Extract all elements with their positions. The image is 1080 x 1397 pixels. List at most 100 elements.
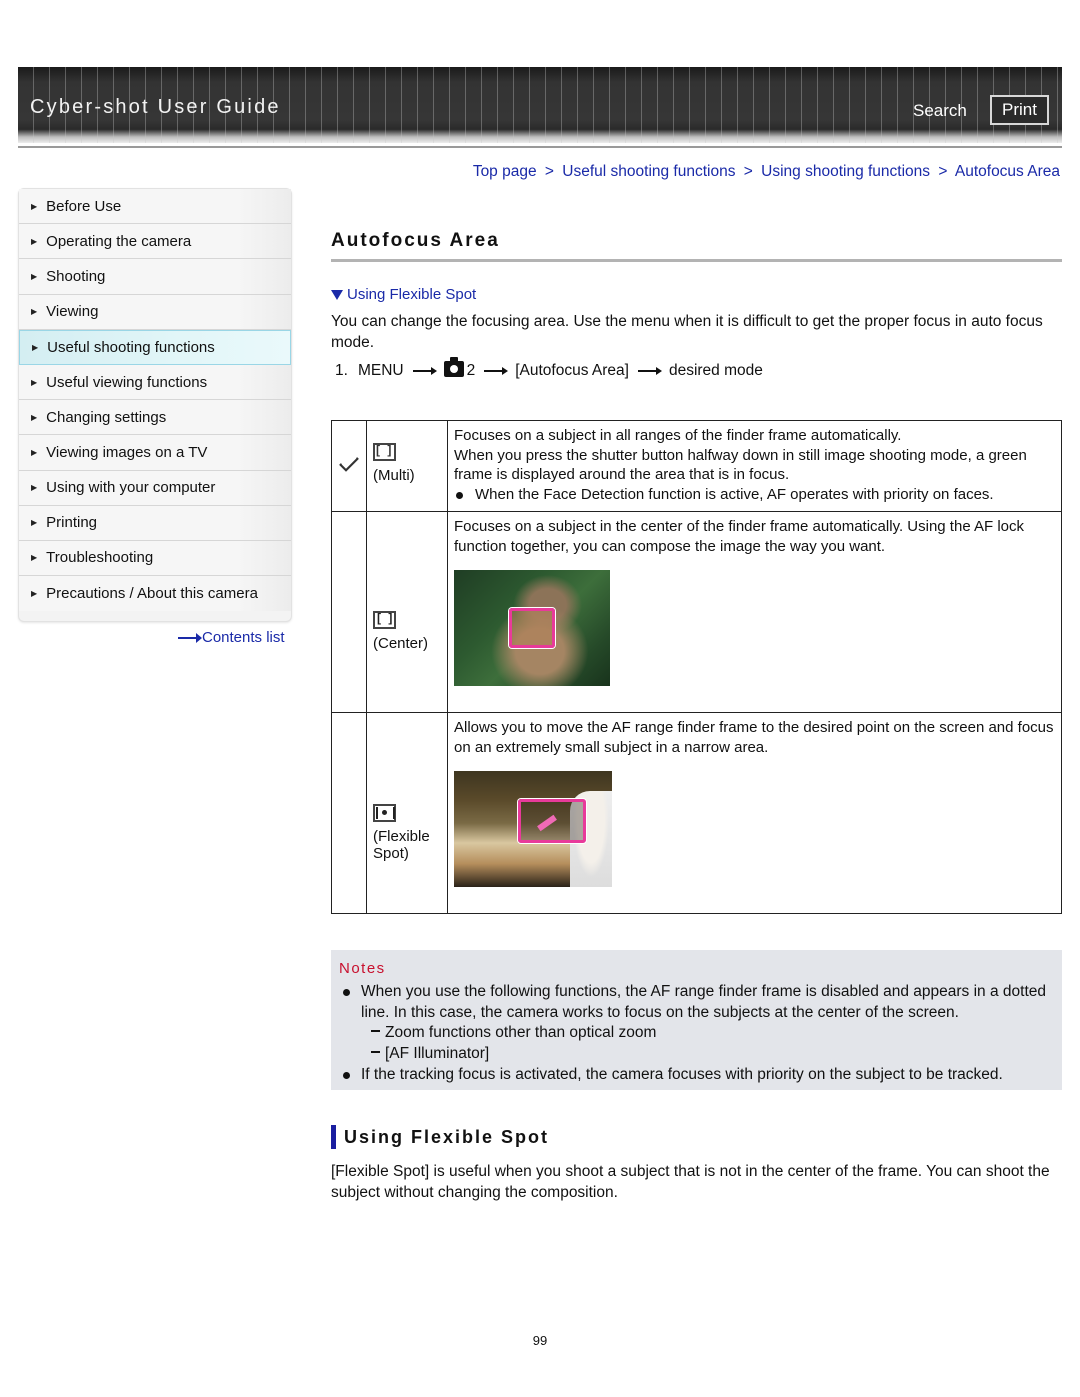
triangle-right-icon: ▶	[31, 271, 38, 281]
step-camera-tab: 2	[466, 362, 476, 379]
sidebar-item-label: Useful shooting functions	[47, 338, 215, 356]
section-body: [Flexible Spot] is useful when you shoot…	[331, 1163, 1050, 1201]
breadcrumb-useful-shooting-functions[interactable]: Useful shooting functions	[562, 163, 735, 180]
notes-title: Notes	[339, 960, 386, 977]
note-item: If the tracking focus is activated, the …	[339, 1065, 1054, 1086]
sidebar-item-label: Before Use	[46, 197, 122, 215]
triangle-right-icon: ▶	[31, 518, 38, 528]
triangle-right-icon: ▶	[31, 553, 38, 563]
note-subitem: Zoom functions other than optical zoom	[339, 1023, 1054, 1044]
table-row-multi: (Multi) Focuses on a subject in all rang…	[331, 420, 1062, 512]
mode-name: Spot)	[373, 844, 409, 862]
breadcrumb-separator: >	[938, 163, 948, 180]
sidebar-item-precautions[interactable]: ▶ Precautions / About this camera	[19, 576, 291, 612]
note-subitem-text: [AF Illuminator]	[385, 1045, 490, 1063]
contents-list-label: Contents list	[202, 629, 285, 646]
breadcrumb-top-page[interactable]: Top page	[473, 163, 537, 180]
camera-icon	[443, 357, 464, 377]
sidebar-item-label: Operating the camera	[46, 232, 192, 250]
sidebar-item-useful-shooting-functions[interactable]: ▶ Useful shooting functions	[19, 329, 291, 365]
bullet-icon	[343, 1071, 350, 1079]
breadcrumb-autofocus-area[interactable]: Autofocus Area	[955, 163, 1060, 180]
triangle-right-icon: ▶	[32, 342, 39, 352]
step-number: 1.	[335, 362, 348, 379]
contents-list-link[interactable]: Contents list	[178, 629, 285, 646]
af-frame	[518, 799, 586, 844]
default-cell	[331, 711, 367, 914]
triangle-right-icon: ▶	[31, 377, 38, 387]
title-divider	[331, 259, 1062, 262]
sidebar-item-changing-settings[interactable]: ▶ Changing settings	[19, 400, 291, 436]
sidebar-item-label: Changing settings	[46, 408, 167, 426]
bullet-item: When the Face Detection function is acti…	[454, 485, 1055, 505]
mode-name: (Center)	[373, 635, 429, 653]
page-title: Autofocus Area	[331, 230, 500, 251]
triangle-right-icon: ▶	[31, 201, 38, 211]
table-row-center: (Center) Focuses on a subject in the cen…	[331, 510, 1062, 713]
table-row-flexible-spot: (Flexible Spot) Allows you to move the A…	[331, 711, 1062, 914]
page-number: 99	[532, 1333, 548, 1348]
sidebar-item-label: Troubleshooting	[46, 549, 154, 567]
description-line: When you press the shutter button halfwa…	[454, 446, 1027, 484]
breadcrumb-separator: >	[743, 163, 753, 180]
heading-bar	[331, 1125, 336, 1149]
sidebar-item-label: Precautions / About this camera	[46, 585, 258, 603]
menu-step: 1. MENU 2 [Autofocus Area] desired mode	[335, 357, 763, 380]
triangle-right-icon: ▶	[31, 483, 38, 493]
af-frame	[509, 608, 555, 649]
notes-box: Notes When you use the following functio…	[331, 950, 1062, 1090]
multi-af-icon	[373, 443, 396, 461]
bullet-icon	[343, 988, 350, 996]
note-text: When you use the following functions, th…	[361, 982, 1047, 1021]
section-heading-text: Using Flexible Spot	[344, 1126, 550, 1147]
bullet-icon	[456, 492, 463, 500]
triangle-right-icon: ▶	[31, 307, 38, 317]
step-target: desired mode	[668, 362, 763, 379]
checkmark-icon	[339, 457, 359, 472]
step-item: [Autofocus Area]	[515, 362, 629, 379]
sidebar-item-using-with-computer[interactable]: ▶ Using with your computer	[19, 470, 291, 506]
sidebar-item-viewing-images-on-tv[interactable]: ▶ Viewing images on a TV	[19, 435, 291, 471]
mode-description: Allows you to move the AF range finder f…	[447, 711, 1062, 914]
arrow-right-icon	[484, 367, 509, 375]
search-link[interactable]: Search	[913, 101, 967, 121]
description-line: Focuses on a subject in all ranges of th…	[454, 427, 902, 444]
sidebar-item-label: Viewing images on a TV	[46, 443, 208, 461]
section-heading-using-flexible-spot: Using Flexible Spot	[331, 1125, 549, 1149]
intro-paragraph: You can change the focusing area. Use th…	[331, 313, 1043, 351]
header-divider	[18, 146, 1062, 148]
description-line: Focuses on a subject in the center of th…	[454, 517, 1025, 555]
sidebar-item-printing[interactable]: ▶ Printing	[19, 505, 291, 541]
mode-cell: (Flexible Spot)	[366, 711, 448, 914]
autofocus-modes-table: (Multi) Focuses on a subject in all rang…	[331, 420, 1062, 914]
sidebar-item-label: Viewing	[46, 303, 99, 321]
sidebar-item-label: Shooting	[46, 267, 106, 285]
sidebar-item-operating-the-camera[interactable]: ▶ Operating the camera	[19, 224, 291, 260]
default-cell	[331, 420, 367, 512]
dash-icon	[371, 1051, 380, 1054]
breadcrumb-using-shooting-functions[interactable]: Using shooting functions	[761, 163, 930, 180]
note-subitem-text: Zoom functions other than optical zoom	[385, 1024, 657, 1042]
triangle-right-icon: ▶	[31, 447, 38, 457]
mode-cell: (Multi)	[366, 420, 448, 512]
triangle-right-icon: ▶	[31, 589, 38, 599]
sidebar-item-shooting[interactable]: ▶ Shooting	[19, 259, 291, 295]
arrow-right-icon	[637, 367, 662, 375]
anchor-link-label: Using Flexible Spot	[347, 286, 477, 303]
cat-center-af-photo	[454, 570, 610, 687]
mode-cell: (Center)	[366, 510, 448, 713]
note-item: When you use the following functions, th…	[339, 982, 1054, 1024]
anchor-link-using-flexible-spot[interactable]: Using Flexible Spot	[331, 286, 476, 303]
print-button[interactable]: Print	[990, 95, 1049, 125]
sidebar-item-before-use[interactable]: ▶ Before Use	[19, 189, 291, 225]
flexible-spot-af-icon	[373, 803, 396, 822]
sidebar-item-troubleshooting[interactable]: ▶ Troubleshooting	[19, 540, 291, 577]
dash-icon	[371, 1030, 380, 1033]
center-af-icon	[373, 611, 396, 630]
arrow-right-icon	[412, 367, 437, 375]
sidebar-item-useful-viewing-functions[interactable]: ▶ Useful viewing functions	[19, 364, 291, 401]
mode-name: (Flexible	[373, 827, 430, 845]
sidebar-item-viewing[interactable]: ▶ Viewing	[19, 294, 291, 330]
header-banner: Cyber-shot User Guide Search Print	[18, 67, 1062, 143]
app-title: Cyber-shot User Guide	[30, 96, 281, 118]
